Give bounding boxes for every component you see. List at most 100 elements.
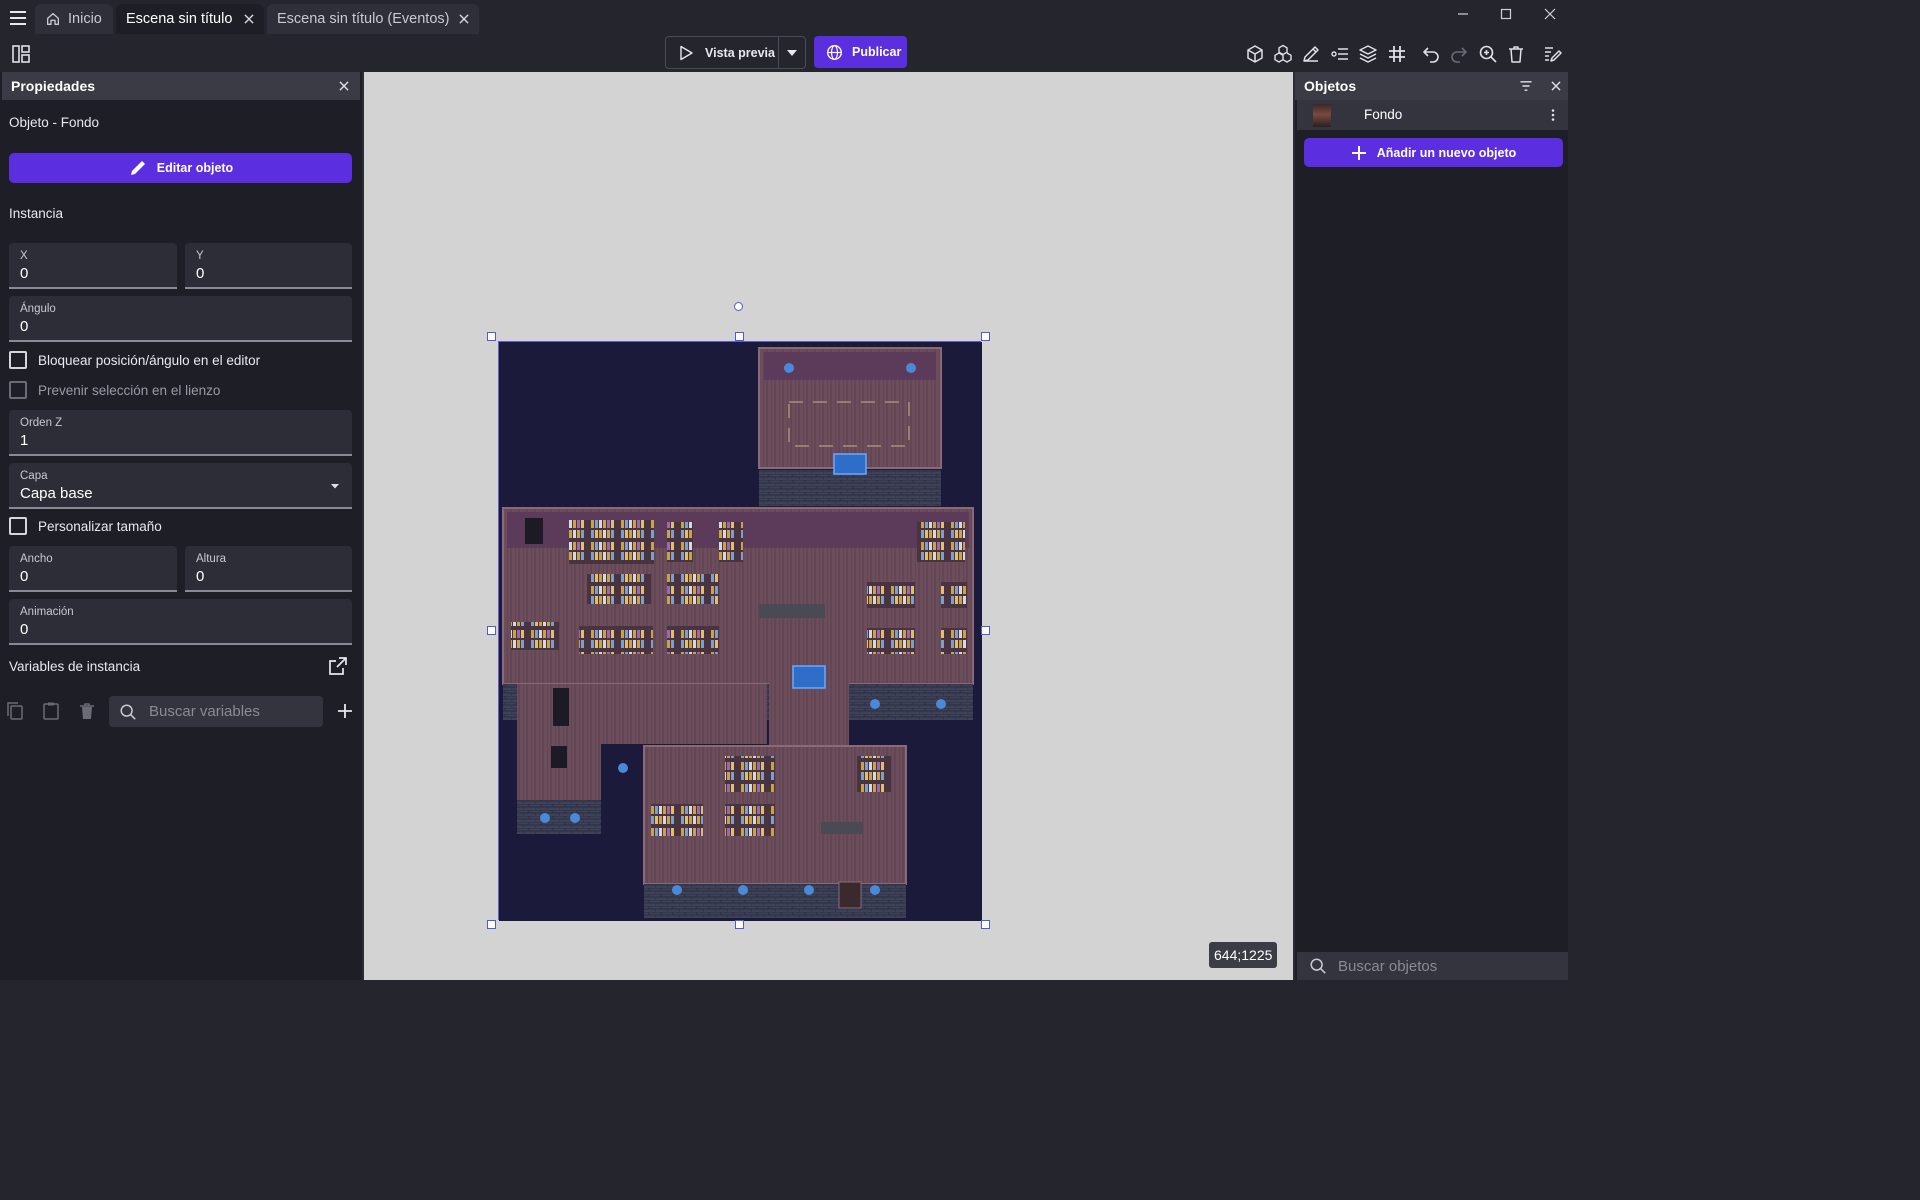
checkbox-box[interactable]: [9, 351, 27, 369]
field-value: 0: [20, 568, 29, 585]
resize-handle-bottom[interactable]: [735, 920, 744, 929]
trash-icon[interactable]: [1506, 44, 1526, 64]
preview-label: Vista previa: [705, 45, 775, 60]
publish-label: Publicar: [852, 45, 902, 59]
pencil-icon[interactable]: [1301, 44, 1321, 64]
layer-list-icon[interactable]: [1330, 44, 1350, 64]
globe-icon: [826, 44, 843, 61]
play-icon: [678, 45, 694, 61]
instance-variables-heading: Variables de instancia: [9, 659, 141, 674]
search-objects-field[interactable]: [1338, 957, 1488, 975]
prevent-selection-checkbox[interactable]: Prevenir selección en el lienzo: [9, 381, 220, 399]
tab-scene-events[interactable]: Escena sin título (Eventos): [267, 4, 479, 34]
copy-icon[interactable]: [5, 701, 25, 721]
background-sprite-instance[interactable]: [498, 341, 982, 921]
resize-handle-top-right[interactable]: [981, 332, 990, 341]
field-label: Ángulo: [20, 303, 56, 315]
object-label: Objeto: [9, 115, 49, 130]
y-field[interactable]: Y 0: [185, 243, 352, 289]
resize-handle-bottom-left[interactable]: [487, 920, 496, 929]
checkbox-box[interactable]: [9, 517, 27, 535]
tab-scene[interactable]: Escena sin título: [116, 4, 264, 34]
resize-handle-left[interactable]: [487, 626, 496, 635]
close-icon[interactable]: [242, 12, 256, 26]
layout-panels-icon[interactable]: [11, 44, 31, 64]
redo-icon[interactable]: [1449, 44, 1469, 64]
checkbox-label: Bloquear posición/ángulo en el editor: [38, 352, 261, 368]
field-value: 0: [196, 265, 205, 282]
edit-scene-icon[interactable]: [1542, 44, 1562, 64]
tab-label: Inicio: [68, 11, 102, 27]
resize-handle-top[interactable]: [735, 332, 744, 341]
custom-size-checkbox[interactable]: Personalizar tamaño: [9, 517, 162, 535]
field-label: Capa: [20, 470, 48, 482]
layer-select[interactable]: Capa Capa base: [9, 463, 352, 509]
search-icon: [1309, 957, 1327, 975]
z-order-field[interactable]: Orden Z 1: [9, 410, 352, 456]
more-vertical-icon[interactable]: [1546, 108, 1560, 122]
field-label: Altura: [196, 553, 227, 565]
window-close-icon[interactable]: [1536, 4, 1564, 24]
preview-button-group: Vista previa: [665, 36, 806, 69]
x-field[interactable]: X 0: [9, 243, 177, 289]
height-field[interactable]: Altura 0: [185, 546, 352, 592]
search-variables-input[interactable]: [109, 696, 323, 727]
hamburger-menu-icon[interactable]: [6, 6, 30, 30]
zoom-icon[interactable]: [1478, 44, 1498, 64]
search-variables-field[interactable]: [149, 703, 299, 720]
add-object-button[interactable]: Añadir un nuevo objeto: [1304, 138, 1563, 167]
publish-button[interactable]: Publicar: [814, 36, 907, 68]
home-icon: [45, 11, 61, 27]
trash-icon[interactable]: [77, 701, 97, 721]
field-label: Y: [196, 250, 204, 262]
object-list-item[interactable]: Fondo: [1297, 100, 1568, 130]
properties-header: Propiedades: [2, 72, 360, 100]
close-icon[interactable]: [337, 79, 351, 93]
animation-field[interactable]: Animación 0: [9, 599, 352, 645]
field-value: 0: [20, 265, 29, 282]
paste-icon[interactable]: [41, 701, 61, 721]
field-label: Animación: [20, 606, 74, 618]
preview-options-button[interactable]: [779, 37, 805, 68]
cube-icon[interactable]: [1245, 44, 1265, 64]
width-field[interactable]: Ancho 0: [9, 546, 177, 592]
toolbar: Vista previa Publicar: [0, 36, 1568, 72]
lock-position-checkbox[interactable]: Bloquear posición/ángulo en el editor: [9, 351, 260, 369]
tab-label: Escena sin título: [126, 11, 233, 27]
pencil-icon: [128, 158, 148, 178]
filter-icon[interactable]: [1519, 79, 1533, 93]
field-label: X: [20, 250, 28, 262]
field-value: 0: [20, 621, 29, 638]
objects-header: Objetos: [1295, 72, 1568, 100]
minimize-icon[interactable]: [1449, 4, 1477, 24]
grid-icon[interactable]: [1387, 44, 1407, 64]
plus-icon: [1351, 145, 1367, 161]
search-icon: [119, 703, 137, 721]
object-heading: Objeto - Fondo: [9, 115, 99, 130]
cubes-group-icon[interactable]: [1273, 44, 1293, 64]
rotation-handle[interactable]: [734, 302, 743, 311]
close-icon[interactable]: [457, 12, 471, 26]
add-variable-button[interactable]: [335, 701, 355, 721]
undo-icon[interactable]: [1421, 44, 1441, 64]
layers-icon[interactable]: [1358, 44, 1378, 64]
resize-handle-top-left[interactable]: [487, 332, 496, 341]
resize-handle-right[interactable]: [981, 626, 990, 635]
preview-button[interactable]: Vista previa: [666, 37, 779, 68]
objects-panel: Objetos Fondo Añadir un nuevo objeto: [1295, 72, 1568, 980]
field-value: 1: [20, 432, 29, 449]
maximize-icon[interactable]: [1492, 4, 1520, 24]
field-value: Capa base: [20, 485, 93, 502]
edit-object-label: Editar objeto: [156, 161, 234, 175]
title-bar: Inicio Escena sin título Escena sin títu…: [0, 0, 1568, 36]
resize-handle-bottom-right[interactable]: [981, 920, 990, 929]
panel-title: Propiedades: [11, 78, 96, 94]
scene-canvas[interactable]: 644;1225: [364, 72, 1293, 980]
checkbox-box[interactable]: [9, 381, 27, 399]
close-icon[interactable]: [1549, 79, 1563, 93]
angle-field[interactable]: Ángulo 0: [9, 296, 352, 342]
search-objects-input[interactable]: [1297, 952, 1568, 980]
edit-object-button[interactable]: Editar objeto: [9, 153, 352, 183]
tab-inicio[interactable]: Inicio: [35, 4, 113, 34]
open-external-icon[interactable]: [328, 656, 348, 676]
